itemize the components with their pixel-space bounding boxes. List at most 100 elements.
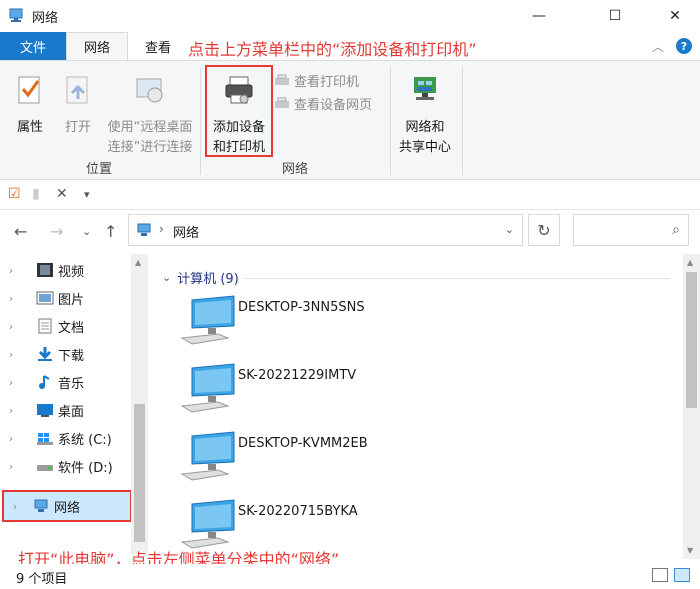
refresh-button[interactable]: ↻	[528, 214, 560, 246]
nav-item-network[interactable]: › 网络	[2, 490, 132, 522]
maximize-button[interactable]: ☐	[592, 0, 638, 32]
help-icon[interactable]: ?	[676, 38, 692, 54]
nav-item-label: 系统 (C:)	[58, 432, 112, 448]
nav-item-software-drive[interactable]: › 软件 (D:)	[0, 452, 132, 480]
navigation-bar: ← → ⌄ ↑ › 网络 ⌄ ↻ ⌕	[0, 210, 700, 254]
nav-item-music[interactable]: › 音乐	[0, 368, 132, 396]
view-printers-label: 查看打印机	[294, 75, 360, 90]
qat-dropdown-icon[interactable]: ▾	[84, 188, 90, 201]
documents-folder-icon	[38, 318, 52, 334]
network-center-label-line1: 网络和	[405, 120, 445, 135]
title-bar: 网络 — ☐ ✕	[0, 0, 700, 32]
remote-desktop-icon	[136, 78, 163, 103]
close-button[interactable]: ✕	[652, 0, 698, 32]
tab-view[interactable]: 查看	[132, 32, 184, 60]
nav-item-downloads[interactable]: › 下载	[0, 340, 132, 368]
group-header-computers[interactable]: ⌄ 计算机 (9)	[162, 268, 239, 287]
view-device-web-label: 查看设备网页	[294, 98, 373, 113]
network-group-label: 网络	[282, 162, 309, 177]
nav-item-label: 音乐	[58, 376, 85, 392]
view-device-web-button[interactable]: 查看设备网页	[274, 94, 372, 113]
back-button[interactable]: ←	[14, 222, 27, 241]
breadcrumb-network[interactable]: 网络	[173, 222, 199, 241]
expand-chevron-icon[interactable]: ›	[0, 348, 22, 361]
network-center-label-line2: 共享中心	[398, 140, 451, 155]
tab-file[interactable]: 文件	[0, 32, 66, 60]
nav-item-label: 网络	[54, 500, 81, 516]
nav-item-pictures[interactable]: › 图片	[0, 284, 132, 312]
computer-item[interactable]: DESKTOP-3NN5SNS	[178, 294, 658, 354]
computer-icon	[180, 499, 235, 549]
recent-locations-chevron-icon[interactable]: ⌄	[82, 225, 91, 238]
breadcrumb-separator: ›	[159, 222, 164, 236]
properties-qat-icon[interactable]: ☑	[8, 186, 21, 202]
content-scrollbar[interactable]: ▲ ▼	[683, 254, 700, 559]
downloads-folder-icon	[38, 347, 52, 361]
status-bar: 9 个项目	[0, 564, 700, 589]
properties-icon	[18, 76, 40, 104]
group-divider	[244, 278, 670, 279]
expand-chevron-icon[interactable]: ›	[0, 264, 22, 277]
nav-item-system-drive[interactable]: › 系统 (C:)	[0, 424, 132, 452]
navigation-pane: › 视频 › 图片 › 文档 › 下载 › 音乐 › 桌面 › 系统 (C:) …	[0, 254, 148, 569]
scrollbar-thumb[interactable]	[134, 404, 145, 542]
ribbon-separator	[200, 67, 201, 175]
small-device-icon	[275, 97, 289, 108]
chevron-down-icon[interactable]: ⌄	[162, 271, 171, 284]
item-count: 9 个项目	[16, 572, 68, 587]
remote-label-line1: 使用“远程桌面	[107, 120, 193, 135]
expand-chevron-icon[interactable]: ›	[0, 432, 22, 445]
nav-item-label: 视频	[58, 264, 85, 280]
remote-label-line2: 连接”进行连接	[107, 140, 193, 155]
scroll-up-arrow-icon[interactable]: ▲	[687, 258, 693, 267]
address-dropdown-icon[interactable]: ⌄	[505, 223, 514, 236]
search-input[interactable]: ⌕	[573, 214, 689, 246]
forward-button[interactable]: →	[50, 222, 63, 241]
nav-item-desktop[interactable]: › 桌面	[0, 396, 132, 424]
quick-access-toolbar: ☑ ▮ ✕ ▾	[0, 180, 700, 210]
location-group-label: 位置	[86, 162, 113, 177]
ribbon-separator	[390, 67, 391, 175]
large-icons-view-icon[interactable]	[674, 568, 690, 582]
up-button[interactable]: ↑	[104, 222, 117, 241]
nav-item-videos[interactable]: › 视频	[0, 256, 132, 284]
computer-item[interactable]: DESKTOP-KVMM2EB	[178, 430, 658, 490]
nav-item-documents[interactable]: › 文档	[0, 312, 132, 340]
system-drive-icon	[37, 433, 53, 445]
expand-chevron-icon[interactable]: ›	[0, 460, 22, 473]
network-center-icon	[414, 77, 436, 100]
minimize-button[interactable]: —	[516, 0, 562, 32]
computer-name: SK-20220715BYKA	[238, 504, 358, 519]
ribbon-separator	[462, 67, 463, 175]
details-view-icon[interactable]	[652, 568, 668, 582]
expand-chevron-icon[interactable]: ›	[0, 320, 22, 333]
new-folder-qat-icon[interactable]: ▮	[32, 186, 40, 202]
properties-button[interactable]: 属性	[10, 73, 50, 138]
delete-qat-icon[interactable]: ✕	[56, 186, 68, 202]
tab-network[interactable]: 网络	[66, 32, 128, 60]
expand-chevron-icon[interactable]: ›	[0, 404, 22, 417]
search-icon: ⌕	[672, 222, 680, 238]
navigation-scrollbar[interactable]: ▲	[131, 254, 148, 554]
network-sharing-center-button[interactable]: 网络和 共享中心	[394, 73, 456, 158]
ribbon: 属性 打开 使用“远程桌面 连接”进行连接 位置 添加设备 和打印机 查看打印机	[0, 60, 700, 180]
expand-chevron-icon[interactable]: ›	[4, 500, 26, 513]
content-pane: ⌄ 计算机 (9) DESKTOP-3NN5SNS SK-20221229IMT…	[148, 254, 683, 569]
expand-chevron-icon[interactable]: ›	[0, 376, 22, 389]
expand-chevron-icon[interactable]: ›	[0, 292, 22, 305]
remote-desktop-button[interactable]: 使用“远程桌面 连接”进行连接	[102, 73, 198, 158]
scrollbar-thumb[interactable]	[686, 272, 697, 408]
nav-item-label: 下载	[58, 348, 85, 364]
scroll-up-arrow-icon[interactable]: ▲	[135, 258, 141, 267]
view-printers-button[interactable]: 查看打印机	[274, 71, 359, 90]
address-bar[interactable]: › 网络 ⌄	[128, 214, 523, 246]
nav-item-label: 文档	[58, 320, 85, 336]
nav-item-label: 桌面	[58, 404, 85, 420]
network-icon	[9, 8, 23, 22]
pictures-folder-icon	[36, 291, 54, 305]
highlight-box-add-devices	[205, 65, 273, 157]
open-button[interactable]: 打开	[58, 73, 98, 138]
computer-item[interactable]: SK-20221229IMTV	[178, 362, 658, 422]
scroll-down-arrow-icon[interactable]: ▼	[687, 546, 693, 555]
chevron-up-icon[interactable]: ︿	[652, 38, 664, 55]
